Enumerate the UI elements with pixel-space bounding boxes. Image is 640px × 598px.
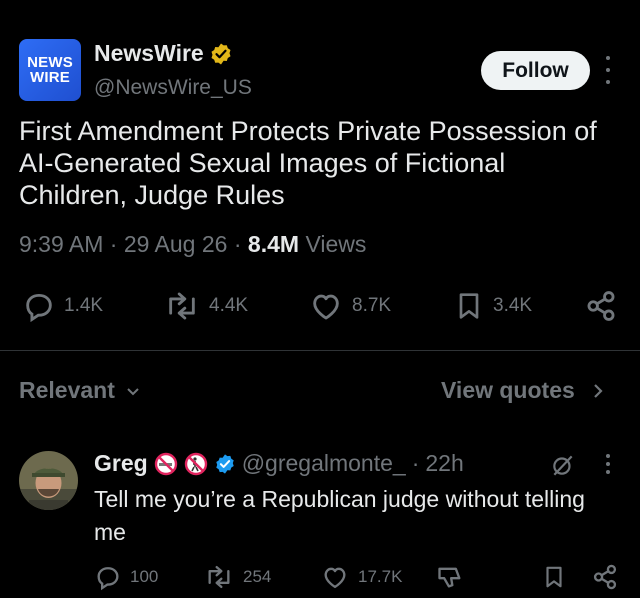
reply-reply-button[interactable]: 100: [94, 563, 158, 591]
divider: [0, 350, 640, 351]
view-quotes-link[interactable]: View quotes: [441, 377, 605, 404]
reply-reply-count: 100: [130, 567, 159, 586]
logo-text-line1: NEWS: [27, 54, 73, 71]
like-button[interactable]: 8.7K: [308, 289, 391, 323]
author-name-text: NewsWire: [94, 40, 204, 66]
author-display-name[interactable]: NewsWire: [94, 40, 233, 67]
heart-icon: [324, 567, 346, 589]
sort-label: Relevant: [19, 377, 115, 403]
view-quotes-label: View quotes: [441, 377, 575, 403]
thumbs-down-icon: [438, 567, 461, 588]
views-count: 8.4M: [247, 231, 300, 257]
reply-bookmark-button[interactable]: [541, 563, 567, 591]
bookmark-icon: [459, 293, 479, 319]
bookmark-button[interactable]: 3.4K: [453, 289, 532, 323]
no-littering-emoji-icon: [184, 452, 207, 475]
heart-icon: [313, 294, 339, 320]
reply-text: Tell me you’re a Republican judge withou…: [94, 486, 585, 545]
post-text: First Amendment Protects Private Possess…: [19, 116, 597, 210]
chevron-down-icon: [127, 387, 139, 395]
follow-button[interactable]: Follow: [481, 51, 590, 90]
gold-verified-badge-icon: [211, 43, 231, 64]
blue-verified-badge-icon: [215, 453, 234, 474]
share-icon: [587, 291, 615, 321]
grok-icon[interactable]: [550, 452, 576, 478]
post-meta: 9:39 AM · 29 Aug 26 · 8.4M Views: [19, 231, 367, 257]
reply-header: Greg @gregalmonte_ · 22h: [94, 450, 464, 477]
post-date[interactable]: 29 Aug 26: [124, 231, 228, 257]
reply-downvote-button[interactable]: [436, 563, 464, 591]
reply-like-button[interactable]: 17.7K: [320, 563, 402, 591]
share-button[interactable]: [584, 289, 618, 323]
reply-count: 1.4K: [64, 295, 104, 316]
reply-repost-count: 254: [243, 567, 272, 586]
reply-more-options-icon[interactable]: [600, 454, 616, 474]
reply-author-name[interactable]: Greg: [94, 450, 148, 477]
bookmark-count: 3.4K: [493, 295, 533, 316]
bookmark-icon: [546, 566, 562, 588]
logo-text-line2: WIRE: [30, 69, 70, 86]
reply-like-count: 17.7K: [358, 567, 403, 586]
reply-time[interactable]: 22h: [425, 450, 463, 477]
reply-button[interactable]: 1.4K: [22, 289, 103, 323]
views-label: Views: [305, 231, 367, 257]
reply-repost-button[interactable]: 254: [203, 563, 271, 591]
reply-avatar[interactable]: [19, 451, 78, 510]
no-smoking-emoji-icon: [154, 452, 177, 475]
author-handle[interactable]: @NewsWire_US: [94, 76, 252, 100]
like-count: 8.7K: [352, 295, 392, 316]
reply-author-handle[interactable]: @gregalmonte_: [242, 450, 406, 477]
repost-count: 4.4K: [209, 295, 249, 316]
reply-share-button[interactable]: [591, 563, 619, 591]
repost-button[interactable]: 4.4K: [163, 289, 248, 323]
sort-dropdown[interactable]: Relevant: [19, 377, 141, 404]
post-time[interactable]: 9:39 AM: [19, 231, 103, 257]
chevron-right-icon: [594, 383, 603, 398]
newswire-logo-avatar[interactable]: NEWS WIRE: [19, 39, 81, 101]
reply-icon: [97, 567, 119, 591]
repost-icon: [208, 565, 230, 589]
repost-icon: [169, 292, 195, 320]
more-options-icon[interactable]: [600, 56, 616, 84]
share-icon: [593, 564, 617, 590]
reply-icon: [26, 293, 52, 323]
